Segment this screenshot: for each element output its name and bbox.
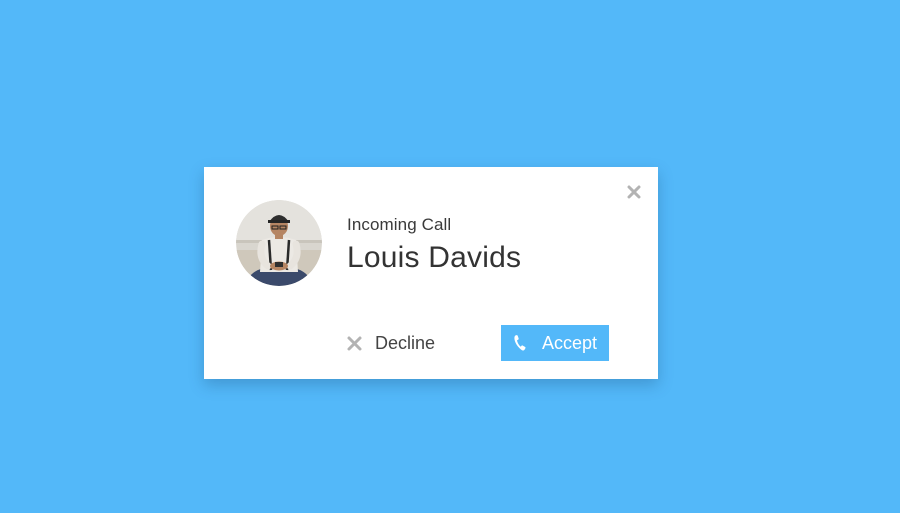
caller-name: Louis Davids [347, 241, 522, 274]
phone-icon [514, 335, 526, 351]
close-button[interactable] [626, 184, 642, 200]
accept-label: Accept [542, 332, 598, 353]
close-icon [627, 185, 641, 199]
close-icon [347, 336, 362, 350]
call-status-label: Incoming Call [347, 215, 452, 234]
caller-photo [236, 200, 322, 286]
caller-info: Incoming Call Louis Davids [347, 215, 521, 275]
incoming-call-dialog: Incoming Call Louis Davids Decline Accep… [204, 167, 658, 379]
decline-label: Decline [375, 332, 436, 353]
avatar [236, 200, 322, 286]
decline-button[interactable]: Decline [346, 330, 435, 356]
accept-button[interactable]: Accept [501, 325, 609, 361]
